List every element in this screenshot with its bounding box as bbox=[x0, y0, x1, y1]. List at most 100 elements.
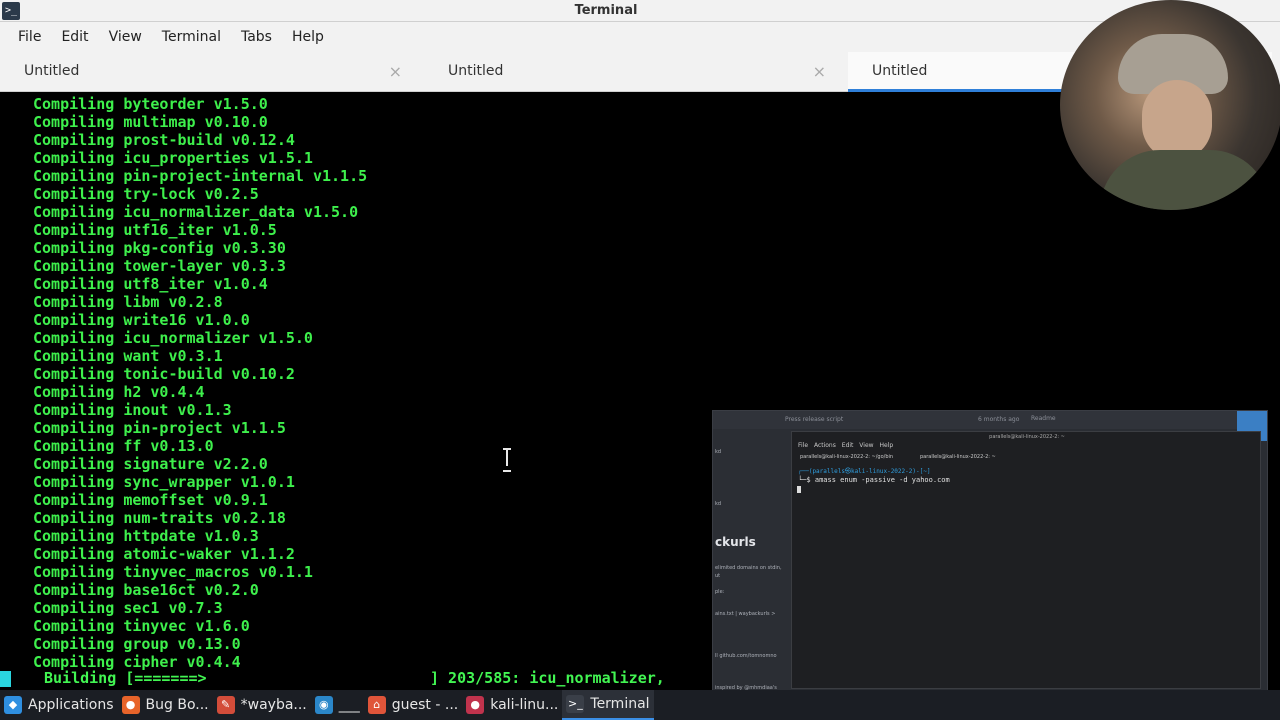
compile-verb: Compiling bbox=[33, 509, 115, 527]
crate-name: sec1 v0.7.3 bbox=[123, 599, 223, 617]
crate-name: utf16_iter v1.0.5 bbox=[123, 221, 277, 239]
crate-name: write16 v1.0.0 bbox=[123, 311, 250, 329]
menu-tabs[interactable]: Tabs bbox=[241, 29, 272, 45]
crate-name: atomic-waker v1.1.2 bbox=[123, 545, 295, 563]
terminal-line: Compiling tonic-build v0.10.2 bbox=[33, 365, 295, 383]
taskbar-item-terminal[interactable]: >_ Terminal bbox=[562, 690, 654, 720]
terminal-line: Compiling want v0.3.1 bbox=[33, 347, 223, 365]
crate-name: icu_properties v1.5.1 bbox=[123, 149, 313, 167]
crate-name: num-traits v0.2.18 bbox=[123, 509, 286, 527]
preview-text: ll github.com/tomnomno bbox=[715, 653, 777, 659]
crate-name: utf8_iter v1.0.4 bbox=[123, 275, 268, 293]
crate-name: memoffset v0.9.1 bbox=[123, 491, 268, 509]
terminal-line: Compiling icu_normalizer_data v1.5.0 bbox=[33, 203, 358, 221]
preview-terminal-title: parallels@kali-linux-2022-2: ~ bbox=[989, 434, 1065, 440]
compile-verb: Compiling bbox=[33, 473, 115, 491]
crate-name: inout v0.1.3 bbox=[123, 401, 232, 419]
compile-verb: Compiling bbox=[33, 95, 115, 113]
compile-verb: Compiling bbox=[33, 383, 115, 401]
terminal-line: Compiling group v0.13.0 bbox=[33, 635, 241, 653]
window-title: Terminal bbox=[574, 3, 638, 18]
close-icon[interactable]: × bbox=[813, 62, 826, 81]
terminal-line: Compiling icu_normalizer v1.5.0 bbox=[33, 329, 313, 347]
crate-name: tinyvec_macros v0.1.1 bbox=[123, 563, 313, 581]
tab-label: Untitled bbox=[24, 63, 80, 79]
terminal-line: Compiling signature v2.2.0 bbox=[33, 455, 268, 473]
crate-name: group v0.13.0 bbox=[123, 635, 241, 653]
menu-view[interactable]: View bbox=[109, 29, 142, 45]
close-icon[interactable]: × bbox=[389, 62, 402, 81]
preview-tab: parallels@kali-linux-2022-2: ~ bbox=[920, 454, 996, 460]
terminal-line: Compiling sec1 v0.7.3 bbox=[33, 599, 223, 617]
preview-left-pane: kd kd ckurls elimited domains on stdin, … bbox=[713, 429, 791, 691]
crate-name: prost-build v0.12.4 bbox=[123, 131, 295, 149]
taskbar-item-text-editor[interactable]: ✎ *wayba... bbox=[213, 690, 311, 720]
window-titlebar: >_ Terminal bbox=[0, 0, 1280, 22]
preview-text: ains.txt | waybackurls > bbox=[715, 611, 776, 617]
crate-name: byteorder v1.5.0 bbox=[123, 95, 268, 113]
terminal-line: Compiling utf8_iter v1.0.4 bbox=[33, 275, 268, 293]
compile-verb: Compiling bbox=[33, 275, 115, 293]
preview-hint: Press release script bbox=[785, 416, 844, 423]
preview-text: ple: bbox=[715, 589, 725, 595]
preview-text: elimited domains on stdin, bbox=[715, 565, 782, 571]
taskbar-item-firefox[interactable]: ● Bug Bo... bbox=[118, 690, 213, 720]
taskbar-item-kali-app[interactable]: ◉ ___ bbox=[311, 690, 364, 720]
tab-untitled-1[interactable]: Untitled × bbox=[0, 52, 424, 92]
taskbar-item-record[interactable]: ● kali-linu... bbox=[462, 690, 562, 720]
terminal-line: Compiling try-lock v0.2.5 bbox=[33, 185, 259, 203]
compile-verb: Compiling bbox=[33, 329, 115, 347]
terminal-line: Compiling pin-project-internal v1.1.5 bbox=[33, 167, 367, 185]
compile-verb: Compiling bbox=[33, 545, 115, 563]
terminal-line: Compiling byteorder v1.5.0 bbox=[33, 95, 268, 113]
taskbar-item-kali-dragon[interactable]: ◆ Applications bbox=[0, 690, 118, 720]
compile-verb: Compiling bbox=[33, 617, 115, 635]
terminal-line: Compiling base16ct v0.2.0 bbox=[33, 581, 259, 599]
compile-verb: Compiling bbox=[33, 455, 115, 473]
compile-verb: Compiling bbox=[33, 185, 115, 203]
tab-untitled-2[interactable]: Untitled × bbox=[424, 52, 848, 92]
compile-verb: Compiling bbox=[33, 527, 115, 545]
crate-name: ff v0.13.0 bbox=[123, 437, 214, 455]
terminal-line: Compiling memoffset v0.9.1 bbox=[33, 491, 268, 509]
taskbar-label: ___ bbox=[338, 697, 360, 713]
terminal-line: Compiling libm v0.2.8 bbox=[33, 293, 223, 311]
compile-verb: Compiling bbox=[33, 293, 115, 311]
record-icon: ● bbox=[466, 696, 485, 714]
crate-name: pin-project-internal v1.1.5 bbox=[123, 167, 368, 185]
preview-top-strip: Press release script 6 months ago Readme bbox=[713, 411, 1267, 429]
kali-app-icon: ◉ bbox=[314, 696, 333, 714]
taskbar-item-home[interactable]: ⌂ guest - ... bbox=[364, 690, 462, 720]
preview-text: ut bbox=[715, 573, 721, 579]
build-progress: ] 203/585: icu_normalizer, bbox=[430, 669, 665, 687]
webcam-overlay bbox=[1060, 0, 1280, 210]
crate-name: libm v0.2.8 bbox=[123, 293, 223, 311]
compile-verb: Compiling bbox=[33, 149, 115, 167]
taskbar: ◆ Applications ● Bug Bo... ✎ *wayba... ◉ ___ ⌂ gu… bbox=[0, 690, 1280, 720]
terminal-line: Compiling inout v0.1.3 bbox=[33, 401, 232, 419]
taskbar-label: guest - ... bbox=[391, 697, 459, 713]
crate-name: sync_wrapper v1.0.1 bbox=[123, 473, 295, 491]
menu-terminal[interactable]: Terminal bbox=[162, 29, 221, 45]
compile-verb: Compiling bbox=[33, 239, 115, 257]
terminal-line: Compiling cipher v0.4.4 bbox=[33, 653, 241, 671]
menu-help[interactable]: Help bbox=[292, 29, 324, 45]
preview-text: kd bbox=[715, 449, 722, 455]
compile-verb: Compiling bbox=[33, 167, 115, 185]
terminal-line: Compiling write16 v1.0.0 bbox=[33, 311, 250, 329]
menu-edit[interactable]: Edit bbox=[61, 29, 88, 45]
compile-verb: Compiling bbox=[33, 347, 115, 365]
preview-readme: Readme bbox=[1031, 415, 1056, 422]
kali-dragon-icon: ◆ bbox=[4, 696, 22, 714]
menu-file[interactable]: File bbox=[18, 29, 41, 45]
terminal-line: Compiling atomic-waker v1.1.2 bbox=[33, 545, 295, 563]
terminal-line: Compiling pkg-config v0.3.30 bbox=[33, 239, 286, 257]
crate-name: cipher v0.4.4 bbox=[123, 653, 241, 671]
crate-name: tonic-build v0.10.2 bbox=[123, 365, 295, 383]
compile-verb: Compiling bbox=[33, 437, 115, 455]
compile-verb: Compiling bbox=[33, 599, 115, 617]
crate-name: multimap v0.10.0 bbox=[123, 113, 268, 131]
terminal-line: Compiling multimap v0.10.0 bbox=[33, 113, 268, 131]
terminal-line: Compiling tower-layer v0.3.3 bbox=[33, 257, 286, 275]
taskbar-label: kali-linu... bbox=[490, 697, 559, 713]
